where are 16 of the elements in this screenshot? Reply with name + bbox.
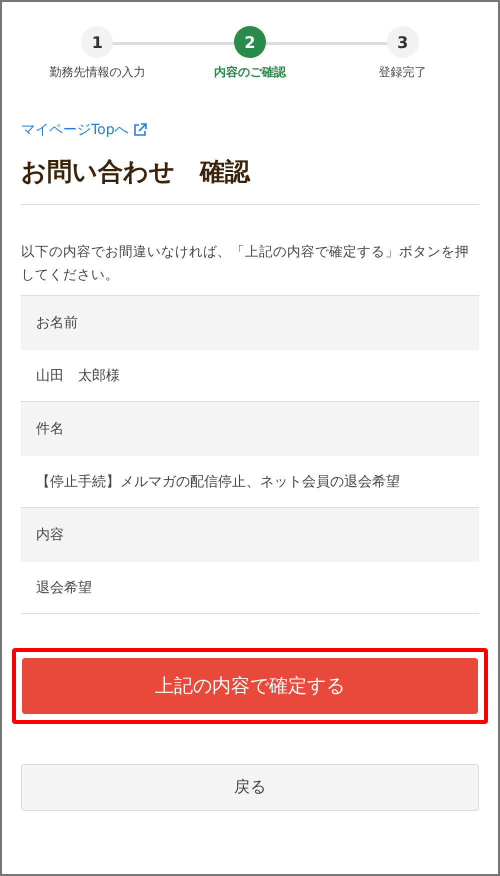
step-label: 勤務先情報の入力 [49, 64, 146, 81]
step-number: 3 [386, 26, 419, 58]
confirm-button[interactable]: 上記の内容で確定する [22, 658, 478, 714]
mypage-link[interactable]: マイページTopへ [21, 121, 147, 139]
field-label: 内容 [21, 508, 479, 562]
back-button[interactable]: 戻る [21, 764, 479, 811]
step-label: 登録完了 [378, 64, 427, 81]
page-title: お問い合わせ 確認 [21, 155, 479, 205]
step-label: 内容のご確認 [214, 64, 286, 81]
step-number: 1 [81, 26, 114, 58]
field-label: お名前 [21, 296, 479, 350]
field-value: 退会希望 [21, 562, 479, 614]
field-label: 件名 [21, 402, 479, 456]
external-link-icon [132, 123, 147, 137]
step-number: 2 [234, 26, 266, 58]
instruction-text: 以下の内容でお間違いなければ、「上記の内容で確定する」ボタンを押してください。 [21, 243, 470, 285]
